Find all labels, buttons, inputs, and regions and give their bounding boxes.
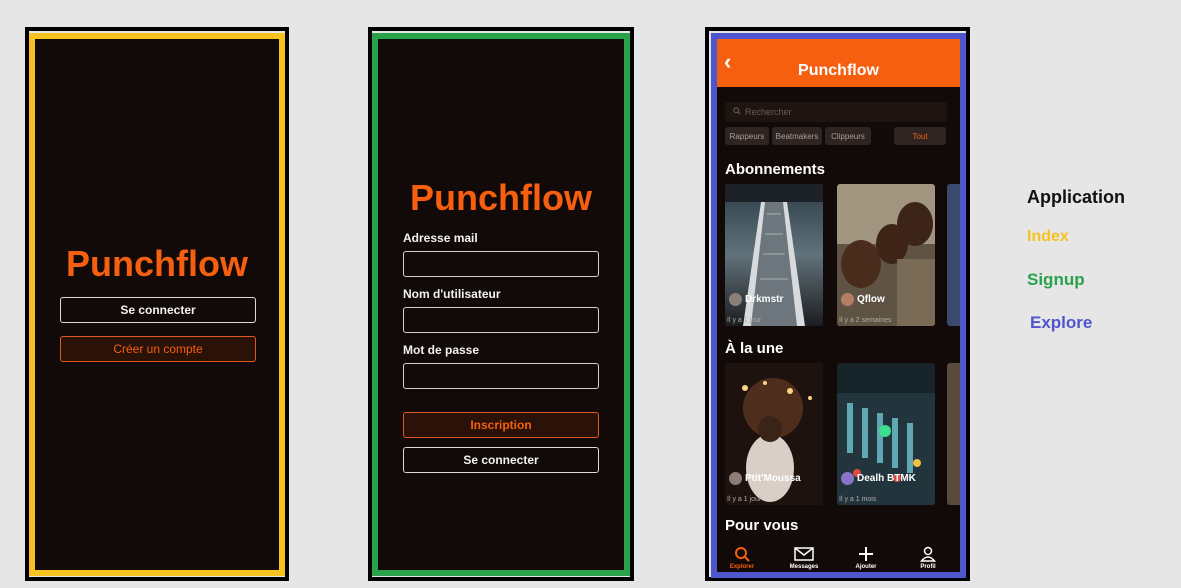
avatar [841,472,854,485]
tab-messages[interactable]: Messages [783,546,825,570]
tab-explorer[interactable]: Explorer [721,546,763,570]
section-title-for-you: Pour vous [725,517,799,534]
legend-explore: Explore [1030,313,1093,332]
tab-profil[interactable]: Profil [907,546,949,570]
avatar [841,293,854,306]
section-title-featured: À la une [725,340,784,357]
section-title-subscriptions: Abonnements [725,161,826,178]
post-time: Il y a 1 mois [839,496,877,503]
post-time: Il y a 1 jour [727,496,762,503]
user-icon [920,546,936,562]
tab-label: Profil [920,564,936,570]
envelope-icon [794,547,814,561]
app-title: Punchflow [66,243,248,284]
app-title: Punchflow [798,62,879,79]
filter-chip-clippeurs[interactable]: Clippeurs [825,127,871,145]
card-author: Ptit'Moussa [729,472,801,485]
tab-ajouter[interactable]: Ajouter [845,546,887,570]
email-label: Adresse mail [403,231,478,245]
register-button[interactable]: Inscription [403,412,599,438]
card-partial[interactable] [947,363,960,505]
bottom-tab-bar: Explorer Messages Ajouter Profil [717,540,960,572]
login-button[interactable]: Se connecter [60,297,256,323]
author-name: Drkmstr [745,294,784,305]
explore-screen: ‹ Punchflow Rechercher Rappeurs Beatmake… [711,33,966,578]
filter-chip-rappeurs[interactable]: Rappeurs [725,127,769,145]
index-screen: Punchflow Se connecter Créer un compte [29,33,285,576]
post-time: Il y a 2 semaines [839,317,892,324]
author-name: Ptit'Moussa [745,473,801,484]
search-icon [735,547,750,562]
search-placeholder: Rechercher [745,107,792,117]
plus-icon [859,547,873,561]
create-account-button[interactable]: Créer un compte [60,336,256,362]
password-label: Mot de passe [403,343,480,357]
filter-chip-beatmakers[interactable]: Beatmakers [772,127,822,145]
password-field[interactable] [403,363,599,389]
search-icon [733,107,741,117]
legend-application: Application [1027,187,1125,207]
avatar [729,293,742,306]
search-input[interactable]: Rechercher [725,102,947,122]
author-name: Dealh BTMK [857,473,916,484]
legend-index: Index [1027,228,1069,245]
tab-label: Explorer [729,564,755,570]
username-label: Nom d'utilisateur [403,287,501,301]
login-button[interactable]: Se connecter [403,447,599,473]
card-qflow[interactable]: Qflow Il y a 2 semaines [837,184,935,326]
tab-label: Messages [789,564,819,570]
card-author: Dealh BTMK [841,472,916,485]
card-author: Qflow [841,293,885,306]
avatar [729,472,742,485]
author-name: Qflow [857,294,885,305]
card-partial[interactable] [947,184,960,326]
legend-signup: Signup [1027,270,1085,289]
signup-screen: Punchflow Adresse mail Nom d'utilisateur… [372,33,630,576]
username-field[interactable] [403,307,599,333]
card-dealh-btmk[interactable]: Dealh BTMK Il y a 1 mois [837,363,935,505]
tab-label: Ajouter [855,564,877,570]
app-header: ‹ Punchflow [717,39,960,87]
app-title: Punchflow [410,177,592,218]
filter-chip-tout[interactable]: Tout [894,127,946,145]
card-drkmstr[interactable]: Drkmstr Il y a 1 jour [725,184,823,326]
post-time: Il y a 1 jour [727,317,762,324]
card-author: Drkmstr [729,293,783,306]
card-ptit-moussa[interactable]: Ptit'Moussa Il y a 1 jour [725,363,823,505]
email-field[interactable] [403,251,599,277]
